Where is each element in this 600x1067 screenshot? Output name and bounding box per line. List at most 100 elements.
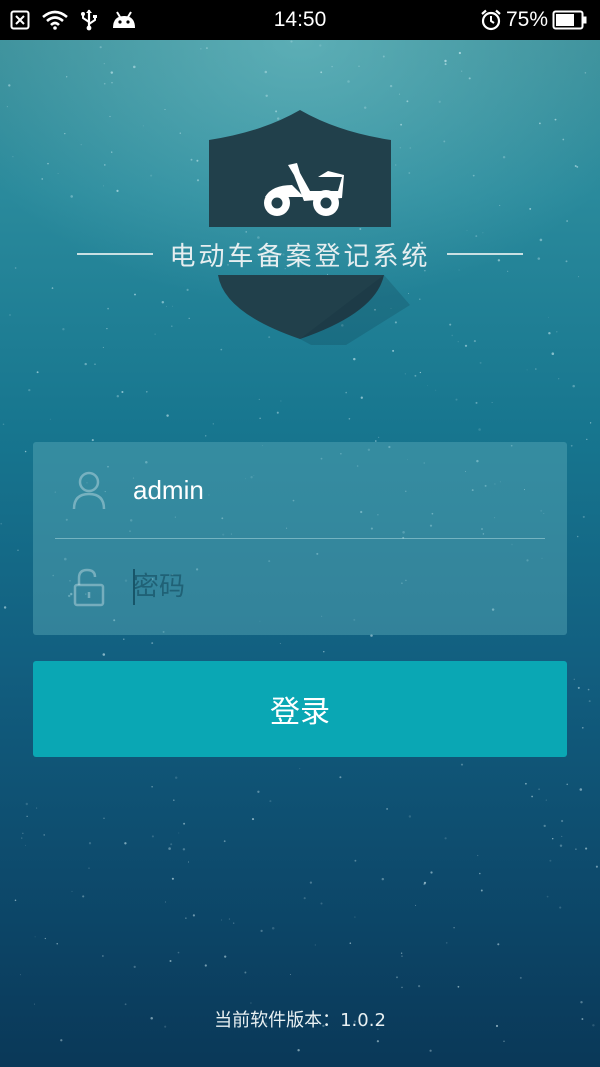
speckle xyxy=(525,782,527,785)
speckle xyxy=(303,897,306,900)
speckle xyxy=(444,837,447,840)
speckle xyxy=(584,72,587,74)
title-left-rule xyxy=(77,253,154,255)
login-button[interactable]: 登录 xyxy=(33,661,567,757)
speckle xyxy=(224,955,227,958)
speckle xyxy=(233,922,235,924)
speckle xyxy=(573,678,575,680)
speckle xyxy=(347,80,350,83)
speckle xyxy=(269,800,272,803)
speckle xyxy=(21,837,23,839)
speckle xyxy=(531,795,533,798)
speckle xyxy=(545,799,547,801)
speckle xyxy=(44,937,46,940)
speckle xyxy=(460,763,464,766)
speckle xyxy=(66,76,68,78)
speckle xyxy=(26,815,28,817)
speckle xyxy=(34,936,36,938)
speckle xyxy=(43,834,45,836)
speckle xyxy=(177,951,180,954)
speckle xyxy=(354,859,357,862)
speckle xyxy=(435,389,437,391)
speckle xyxy=(124,1003,127,1006)
speckle xyxy=(534,368,537,370)
speckle xyxy=(264,70,268,74)
speckle xyxy=(468,77,471,80)
speckle xyxy=(464,344,468,347)
speckle xyxy=(133,965,136,969)
speckle xyxy=(265,94,268,98)
speckle xyxy=(382,55,385,58)
speckle xyxy=(408,815,412,818)
speckle xyxy=(526,369,528,371)
speckle xyxy=(423,881,427,884)
speckle xyxy=(353,357,356,361)
speckle xyxy=(244,971,247,974)
speckle xyxy=(503,1040,505,1042)
speckle xyxy=(88,867,90,869)
speckle xyxy=(175,776,178,779)
app-title-row: 电动车备案登记系统 xyxy=(0,236,600,272)
speckle xyxy=(223,840,226,843)
speckle xyxy=(24,450,27,453)
speckle xyxy=(478,428,481,431)
speckle xyxy=(546,895,549,898)
speckle xyxy=(392,349,395,352)
speckle xyxy=(497,943,500,946)
username-value[interactable]: admin xyxy=(133,472,204,508)
speckle xyxy=(36,807,38,809)
speckle xyxy=(103,817,105,819)
speckle xyxy=(386,807,389,810)
speckle xyxy=(438,100,441,103)
speckle xyxy=(25,802,28,806)
speckle xyxy=(204,964,207,967)
speckle xyxy=(145,390,148,393)
speckle xyxy=(587,688,590,691)
speckle xyxy=(396,976,398,979)
speckle xyxy=(588,700,591,703)
speckle xyxy=(549,859,552,862)
speckle xyxy=(280,400,282,402)
speckle xyxy=(419,371,422,374)
speckle xyxy=(444,59,447,63)
speckle xyxy=(538,788,540,791)
speckle xyxy=(170,843,173,846)
speckle xyxy=(577,686,580,689)
password-field[interactable] xyxy=(33,539,567,635)
speckle xyxy=(151,786,153,788)
speckle xyxy=(585,847,588,850)
speckle xyxy=(271,926,275,930)
speckle xyxy=(279,643,281,645)
username-field[interactable]: admin xyxy=(33,442,567,538)
speckle xyxy=(251,818,255,821)
speckle xyxy=(102,955,104,957)
speckle xyxy=(166,414,169,417)
speckle xyxy=(358,65,360,68)
speckle xyxy=(381,877,385,881)
lock-icon xyxy=(73,568,105,607)
speckle xyxy=(319,44,322,47)
speckle xyxy=(94,363,96,365)
password-input[interactable] xyxy=(133,565,533,609)
speckle xyxy=(220,348,223,351)
speckle xyxy=(14,899,17,902)
speckle xyxy=(8,84,11,87)
speckle xyxy=(314,944,316,946)
user-icon xyxy=(72,471,106,510)
speckle xyxy=(205,47,208,50)
speckle xyxy=(561,819,564,823)
speckle xyxy=(589,422,592,424)
speckle xyxy=(204,435,207,437)
speckle xyxy=(475,401,478,404)
speckle xyxy=(151,642,154,645)
speckle xyxy=(103,82,106,85)
speckle xyxy=(168,847,171,850)
speckle xyxy=(36,371,39,374)
speckle xyxy=(49,418,51,420)
speckle xyxy=(453,926,455,929)
speckle xyxy=(192,914,195,917)
speckle xyxy=(102,653,106,656)
speckle xyxy=(331,65,333,68)
speckle xyxy=(102,346,104,348)
speckle xyxy=(151,835,154,838)
